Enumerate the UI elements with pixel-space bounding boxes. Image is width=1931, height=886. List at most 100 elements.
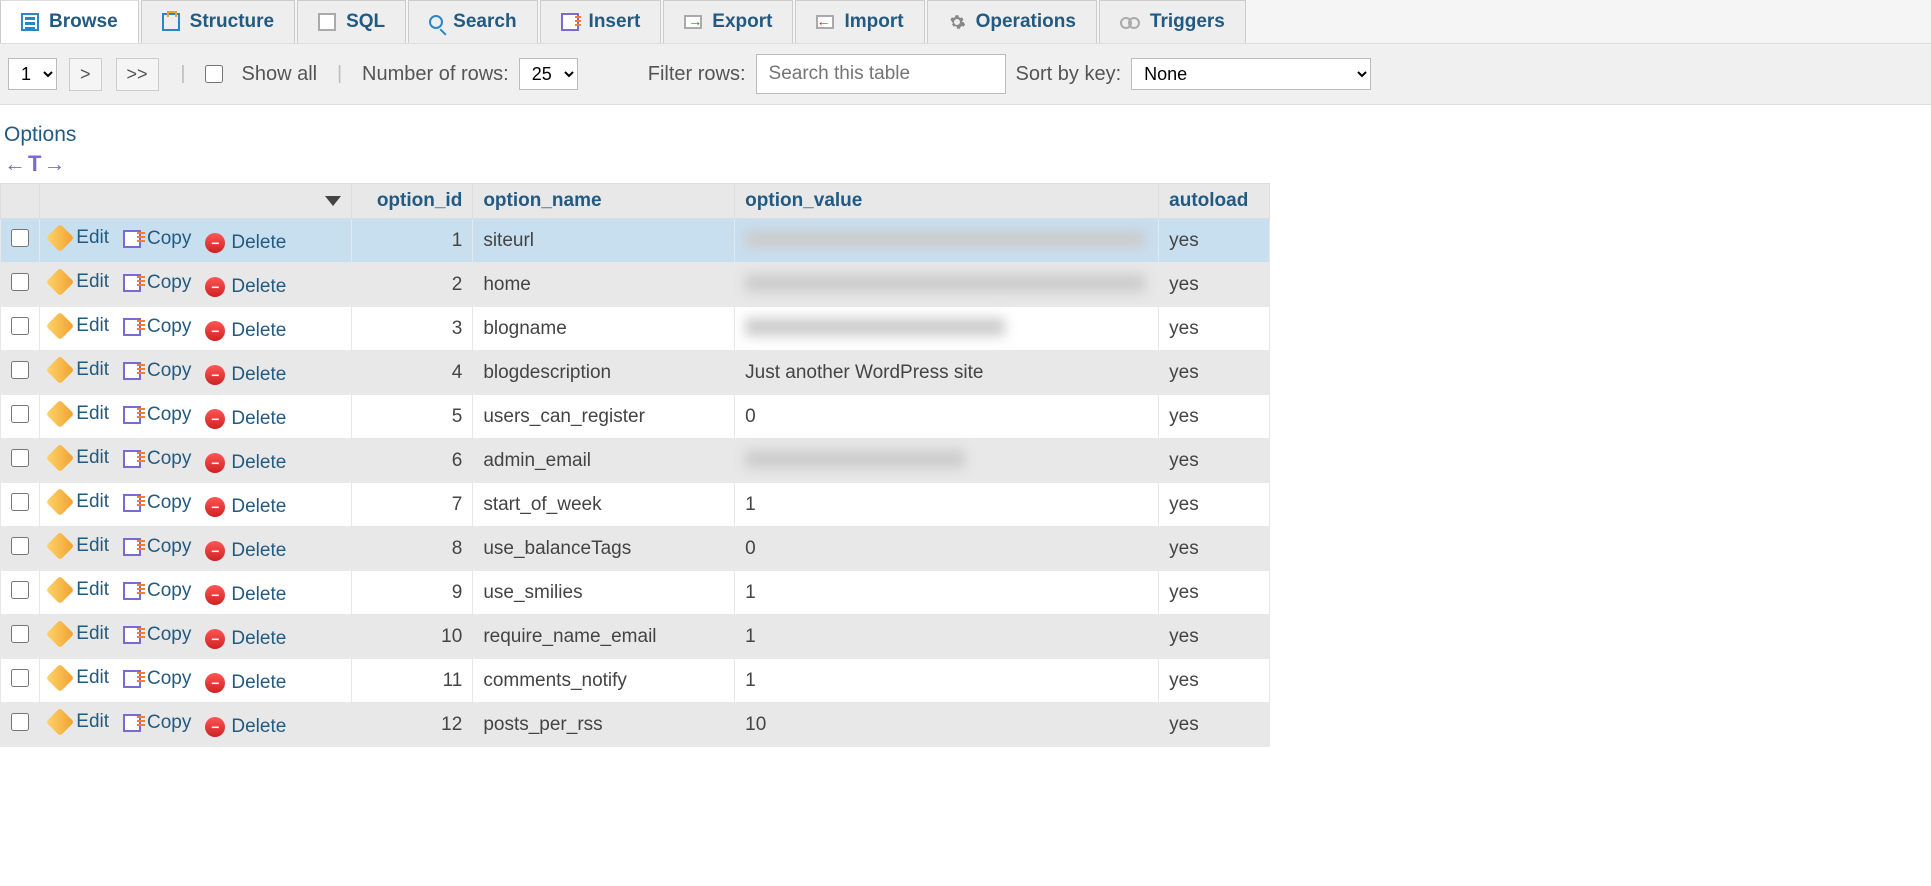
copy-link[interactable]: Copy <box>123 404 191 426</box>
edit-link[interactable]: Edit <box>50 447 109 469</box>
copy-icon <box>123 406 141 424</box>
copy-link[interactable]: Copy <box>123 580 191 602</box>
show-all-checkbox[interactable] <box>205 65 223 83</box>
tab-operations[interactable]: Operations <box>927 0 1097 43</box>
cell-option-id: 7 <box>352 483 473 527</box>
pencil-icon <box>46 532 74 560</box>
row-checkbox[interactable] <box>11 229 29 247</box>
copy-icon <box>123 362 141 380</box>
page-select[interactable]: 1 <box>8 58 57 90</box>
edit-link[interactable]: Edit <box>50 315 109 337</box>
cell-option-value: 0 <box>745 406 756 427</box>
copy-icon <box>123 494 141 512</box>
copy-link[interactable]: Copy <box>123 448 191 470</box>
delete-icon: − <box>205 409 225 429</box>
row-checkbox[interactable] <box>11 581 29 599</box>
copy-link[interactable]: Copy <box>123 712 191 734</box>
delete-link[interactable]: −Delete <box>205 716 286 738</box>
copy-link[interactable]: Copy <box>123 492 191 514</box>
edit-link[interactable]: Edit <box>50 711 109 733</box>
arrow-left-icon[interactable]: ← <box>4 151 26 176</box>
edit-link[interactable]: Edit <box>50 227 109 249</box>
tab-export[interactable]: Export <box>663 0 793 43</box>
cell-option-value: 1 <box>745 494 756 515</box>
delete-link[interactable]: −Delete <box>205 452 286 474</box>
copy-link[interactable]: Copy <box>123 228 191 250</box>
tab-search[interactable]: Search <box>408 0 537 43</box>
cell-option-id: 8 <box>352 527 473 571</box>
row-checkbox[interactable] <box>11 317 29 335</box>
copy-link[interactable]: Copy <box>123 624 191 646</box>
edit-link[interactable]: Edit <box>50 535 109 557</box>
table-row: EditCopy−Delete5users_can_register0yes <box>1 395 1270 439</box>
row-checkbox[interactable] <box>11 405 29 423</box>
tab-insert[interactable]: Insert <box>540 0 662 43</box>
edit-link[interactable]: Edit <box>50 623 109 645</box>
options-toggle[interactable]: Options <box>4 123 1931 147</box>
row-checkbox[interactable] <box>11 713 29 731</box>
arrow-right-icon[interactable]: → <box>43 151 65 176</box>
delete-icon: − <box>205 541 225 561</box>
row-checkbox[interactable] <box>11 669 29 687</box>
tab-label: Import <box>844 11 903 33</box>
edit-link[interactable]: Edit <box>50 359 109 381</box>
separator: | <box>337 63 342 85</box>
delete-link[interactable]: −Delete <box>205 584 286 606</box>
cell-option-id: 6 <box>352 439 473 483</box>
operations-icon <box>948 13 966 31</box>
tab-triggers[interactable]: Triggers <box>1099 0 1246 43</box>
row-checkbox[interactable] <box>11 537 29 555</box>
header-autoload[interactable]: autoload <box>1159 184 1270 219</box>
table-row: EditCopy−Delete6admin_emailxyes <box>1 439 1270 483</box>
copy-link[interactable]: Copy <box>123 668 191 690</box>
delete-link[interactable]: −Delete <box>205 540 286 562</box>
copy-link[interactable]: Copy <box>123 272 191 294</box>
tab-browse[interactable]: Browse <box>0 0 139 43</box>
edit-link[interactable]: Edit <box>50 667 109 689</box>
t-icon: T <box>28 151 41 177</box>
header-option-name[interactable]: option_name <box>473 184 735 219</box>
copy-icon <box>123 318 141 336</box>
last-page-button[interactable]: >> <box>116 58 159 91</box>
tab-import[interactable]: Import <box>795 0 924 43</box>
delete-link[interactable]: −Delete <box>205 496 286 518</box>
sort-key-select[interactable]: None <box>1131 58 1371 90</box>
num-rows-select[interactable]: 25 <box>519 58 578 90</box>
table-row: EditCopy−Delete12posts_per_rss10yes <box>1 703 1270 747</box>
cell-option-id: 3 <box>352 307 473 351</box>
next-page-button[interactable]: > <box>69 58 102 91</box>
cell-autoload: yes <box>1159 307 1270 351</box>
edit-link[interactable]: Edit <box>50 403 109 425</box>
sort-indicator-icon[interactable] <box>325 196 341 206</box>
row-checkbox[interactable] <box>11 273 29 291</box>
delete-link[interactable]: −Delete <box>205 672 286 694</box>
header-option-id[interactable]: option_id <box>352 184 473 219</box>
edit-link[interactable]: Edit <box>50 579 109 601</box>
row-checkbox[interactable] <box>11 625 29 643</box>
delete-link[interactable]: −Delete <box>205 628 286 650</box>
delete-link[interactable]: −Delete <box>205 276 286 298</box>
filter-rows-input[interactable] <box>756 54 1006 94</box>
row-checkbox[interactable] <box>11 449 29 467</box>
copy-link[interactable]: Copy <box>123 316 191 338</box>
tab-structure[interactable]: Structure <box>141 0 295 43</box>
delete-link[interactable]: −Delete <box>205 364 286 386</box>
row-checkbox[interactable] <box>11 361 29 379</box>
header-option-value[interactable]: option_value <box>735 184 1159 219</box>
delete-link[interactable]: −Delete <box>205 408 286 430</box>
delete-link[interactable]: −Delete <box>205 320 286 342</box>
delete-icon: − <box>205 321 225 341</box>
sort-key-label: Sort by key: <box>1016 63 1122 86</box>
table-row: EditCopy−Delete2homexyes <box>1 263 1270 307</box>
row-checkbox[interactable] <box>11 493 29 511</box>
toolbar: 1 > >> | Show all | Number of rows: 25 F… <box>0 44 1931 105</box>
edit-link[interactable]: Edit <box>50 491 109 513</box>
copy-link[interactable]: Copy <box>123 536 191 558</box>
tab-sql[interactable]: SQL <box>297 0 406 43</box>
sql-icon <box>318 13 336 31</box>
edit-link[interactable]: Edit <box>50 271 109 293</box>
delete-link[interactable]: −Delete <box>205 232 286 254</box>
copy-link[interactable]: Copy <box>123 360 191 382</box>
cell-autoload: yes <box>1159 439 1270 483</box>
table-row: EditCopy−Delete7start_of_week1yes <box>1 483 1270 527</box>
